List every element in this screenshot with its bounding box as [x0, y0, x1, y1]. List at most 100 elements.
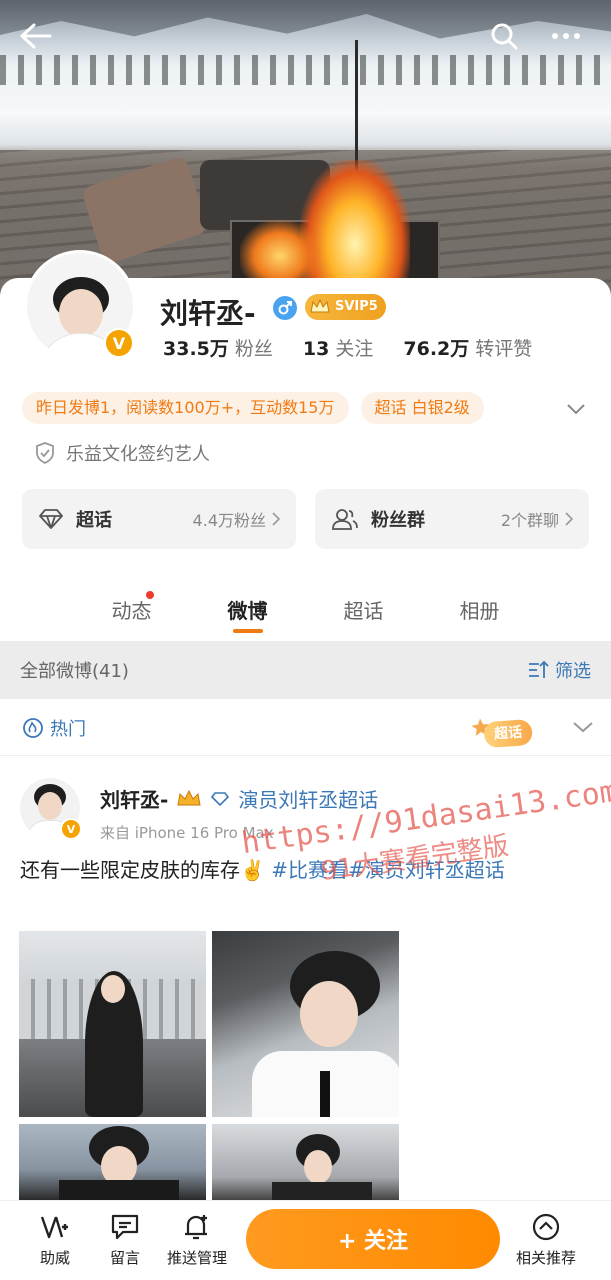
male-gender-icon [273, 296, 297, 320]
cover-fire-small [240, 220, 320, 280]
filter-bar: 全部微博(41) 筛选 [0, 641, 611, 699]
supertopic-sticker[interactable]: 超话 [469, 711, 563, 751]
jacket [59, 1180, 179, 1200]
bb-label: 相关推荐 [515, 1249, 576, 1267]
stat-number: 13 [302, 338, 330, 360]
tab-label: 动态 [111, 599, 152, 623]
chevron-up-circle-icon [530, 1211, 562, 1243]
person-face [101, 975, 125, 1003]
bb-label: 助威 [39, 1249, 70, 1267]
crown-icon [310, 298, 330, 313]
post-supertopic-link[interactable]: 演员刘轩丞超话 [238, 784, 378, 813]
highlight-chips: 昨日发博1，阅读数100万+，互动数15万 超话 白银2级 [22, 392, 590, 426]
chevron-right-icon [565, 512, 573, 526]
expand-button[interactable] [562, 396, 590, 422]
follow-label: + 关注 [337, 1229, 409, 1254]
more-dots-icon [552, 33, 580, 39]
filter-label: 筛选 [555, 661, 591, 682]
unread-dot [145, 591, 154, 599]
back-button[interactable] [16, 18, 56, 54]
post-header: 刘轩丞- 演员刘轩丞超话 [100, 784, 378, 813]
stat-following[interactable]: 13 关注 [303, 334, 373, 361]
tab-label: 相册 [459, 599, 500, 623]
post-image[interactable] [19, 1124, 206, 1200]
svip-badge[interactable]: SVIP5 [305, 294, 386, 320]
stat-number: 76.2万 [403, 338, 470, 360]
tab-label: 微博 [227, 599, 268, 623]
tab-activity[interactable]: 动态 [74, 585, 190, 640]
post-image[interactable] [212, 931, 399, 1117]
stat-label: 转评赞 [475, 338, 533, 360]
tile-value-text: 2个群聊 [500, 511, 559, 530]
verified-badge-icon: V [104, 328, 134, 358]
diamond-icon [211, 791, 230, 806]
chevron-right-icon [272, 512, 280, 526]
more-button[interactable] [546, 18, 586, 54]
chevron-down-icon [567, 404, 585, 415]
activity-chip[interactable]: 昨日发博1，阅读数100万+，互动数15万 [22, 392, 349, 424]
signed-artist-row: 乐益文化签约艺人 [34, 440, 210, 466]
search-button[interactable] [484, 18, 524, 54]
stat-number: 33.5万 [163, 338, 229, 360]
tie [320, 1071, 330, 1117]
bb-label: 推送管理 [166, 1249, 227, 1267]
hot-expand-button[interactable] [570, 714, 596, 740]
hot-filter[interactable]: 热门 [22, 715, 86, 741]
tab-supertopic[interactable]: 超话 [306, 585, 422, 640]
shield-icon [36, 442, 54, 465]
tab-album[interactable]: 相册 [422, 585, 538, 640]
post-text: 还有一些限定皮肤的库存✌️ #比赛看#演员刘轩丞超话 [20, 853, 592, 887]
back-arrow-icon [20, 23, 52, 49]
fan-group-tile[interactable]: 粉丝群 2个群聊 [315, 489, 589, 549]
stat-fans[interactable]: 33.5万 粉丝 [163, 334, 273, 361]
profile-name: 刘轩丞- [160, 297, 256, 330]
jacket [272, 1182, 372, 1200]
hot-icon [23, 717, 43, 738]
post-hashtag[interactable]: #比赛看#演员刘轩丞超话 [271, 858, 505, 882]
tile-label: 超话 [76, 510, 112, 531]
sort-filter-icon [529, 660, 549, 678]
follow-button[interactable]: + 关注 [246, 1209, 500, 1269]
tile-label: 粉丝群 [371, 510, 425, 531]
sticker-label: 超话 [483, 718, 534, 749]
tab-weibo[interactable]: 微博 [190, 585, 306, 640]
post-source: 来自 iPhone 16 Pro Max [100, 824, 274, 842]
cheer-button[interactable]: 助威 [20, 1211, 90, 1268]
hot-label: 热门 [50, 718, 86, 740]
post-author-name[interactable]: 刘轩丞- [100, 784, 168, 813]
svip-label: SVIP5 [335, 299, 378, 314]
stat-label: 粉丝 [234, 338, 273, 360]
post-verified-icon: V [60, 818, 82, 840]
post-body: 还有一些限定皮肤的库存✌️ [20, 858, 265, 882]
tile-value: 2个群聊 [501, 507, 573, 531]
person-face [304, 1150, 332, 1184]
stat-likes[interactable]: 76.2万 转评赞 [403, 334, 532, 361]
filter-button[interactable]: 筛选 [527, 657, 591, 683]
tile-value: 4.4万粉丝 [193, 507, 280, 531]
post-image[interactable] [19, 931, 206, 1117]
message-icon [109, 1211, 141, 1243]
supertopic-level-chip[interactable]: 超话 白银2级 [360, 392, 484, 424]
sign-text: 乐益文化签约艺人 [66, 444, 210, 465]
bell-plus-icon [181, 1211, 213, 1243]
push-settings-button[interactable]: 推送管理 [160, 1211, 234, 1268]
related-recommend-button[interactable]: 相关推荐 [510, 1211, 582, 1268]
active-tab-indicator [232, 629, 263, 633]
cover-tripod [355, 40, 358, 170]
profile-stats: 33.5万 粉丝 13 关注 76.2万 转评赞 [163, 334, 532, 361]
tile-value-text: 4.4万粉丝 [192, 511, 266, 530]
post-avatar-face [38, 792, 62, 820]
avatar-face [59, 289, 103, 337]
cheer-icon [39, 1211, 71, 1243]
supertopic-tile[interactable]: 超话 4.4万粉丝 [22, 489, 296, 549]
person-face [300, 981, 358, 1047]
bb-label: 留言 [109, 1249, 140, 1267]
message-button[interactable]: 留言 [90, 1211, 160, 1268]
tab-label: 超话 [343, 599, 384, 623]
crown-icon [177, 789, 201, 805]
diamond-icon [39, 509, 63, 529]
post-image[interactable] [212, 1124, 399, 1200]
stat-label: 关注 [335, 338, 374, 360]
all-weibo-label[interactable]: 全部微博(41) [20, 657, 129, 683]
search-icon [491, 23, 518, 50]
